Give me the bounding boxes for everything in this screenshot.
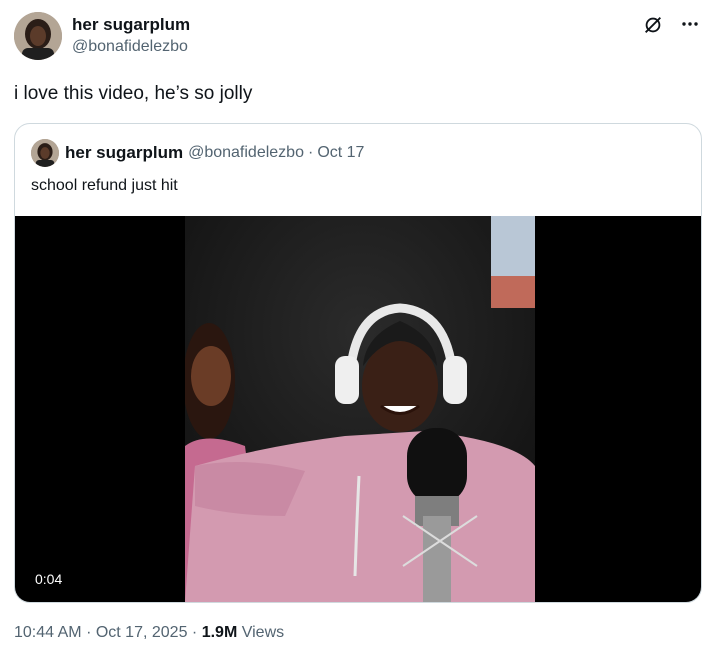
grok-icon[interactable] (642, 14, 664, 36)
meta-separator: · (86, 624, 92, 641)
quoted-post-header: her sugarplum @bonafidelezbo · Oct 17 (31, 138, 364, 168)
views-label: Views (241, 624, 285, 641)
video-player[interactable]: 0:04 (15, 216, 701, 602)
quoted-separator: · (307, 144, 314, 161)
meta-separator: · (191, 624, 198, 641)
quoted-date[interactable]: Oct 17 (317, 144, 364, 162)
post-text: i love this video, he’s so jolly (14, 83, 253, 104)
post-time[interactable]: 10:44 AM (14, 624, 82, 641)
more-options-icon[interactable] (678, 12, 702, 36)
author-display-name[interactable]: her sugarplum (72, 15, 190, 35)
quoted-author-handle[interactable]: @bonafidelezbo (188, 144, 304, 162)
post-header: her sugarplum @bonafidelezbo (14, 12, 704, 64)
quoted-author-name[interactable]: her sugarplum (65, 143, 183, 163)
quoted-author-avatar[interactable] (31, 139, 59, 167)
video-duration-badge: 0:04 (29, 568, 69, 590)
quoted-post-text: school refund just hit (31, 177, 178, 194)
video-frame (185, 216, 535, 602)
post-metadata: 10:44 AM · Oct 17, 2025 · 1.9M Views (14, 624, 284, 642)
post-date[interactable]: Oct 17, 2025 (96, 624, 188, 641)
author-handle[interactable]: @bonafidelezbo (72, 37, 190, 57)
quoted-post[interactable]: her sugarplum @bonafidelezbo · Oct 17 sc… (14, 123, 702, 603)
author-avatar[interactable] (14, 12, 62, 60)
views-count: 1.9M (201, 624, 238, 641)
